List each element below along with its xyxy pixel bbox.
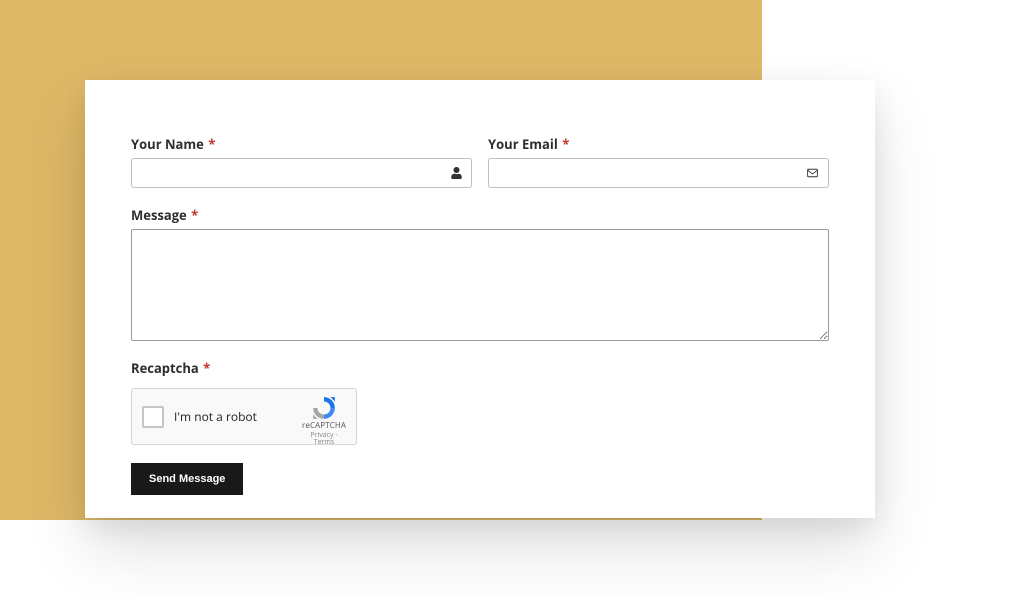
recaptcha-checkbox-label: I'm not a robot <box>174 408 257 425</box>
required-asterisk: * <box>562 135 569 153</box>
name-input-wrap <box>131 158 472 188</box>
recaptcha-logo-icon <box>311 395 337 421</box>
email-label: Your Email * <box>488 135 829 153</box>
email-label-text: Your Email <box>488 135 558 153</box>
message-label: Message * <box>131 206 829 224</box>
email-input-wrap <box>488 158 829 188</box>
recaptcha-terms-text: Privacy - Terms <box>300 432 348 446</box>
contact-form-card: Your Name * Your Email * <box>85 80 875 518</box>
message-textarea[interactable] <box>131 229 829 341</box>
name-label: Your Name * <box>131 135 472 153</box>
recaptcha-brand-text: reCAPTCHA <box>300 422 348 430</box>
message-label-text: Message <box>131 206 187 224</box>
recaptcha-label-text: Recaptcha <box>131 359 199 377</box>
recaptcha-checkbox[interactable] <box>142 406 164 428</box>
message-field-group: Message * <box>131 206 829 341</box>
recaptcha-label: Recaptcha * <box>131 359 829 377</box>
name-field-group: Your Name * <box>131 135 472 188</box>
name-input[interactable] <box>131 158 472 188</box>
required-asterisk: * <box>208 135 215 153</box>
required-asterisk: * <box>191 206 198 224</box>
recaptcha-widget: I'm not a robot reCAPTCHA Privacy - Term… <box>131 388 357 445</box>
email-input[interactable] <box>488 158 829 188</box>
email-field-group: Your Email * <box>488 135 829 188</box>
send-message-button[interactable]: Send Message <box>131 463 243 495</box>
recaptcha-branding: reCAPTCHA Privacy - Terms <box>300 395 348 446</box>
recaptcha-field-group: Recaptcha * I'm not a robot reCAPTCHA Pr… <box>131 359 829 445</box>
name-label-text: Your Name <box>131 135 204 153</box>
required-asterisk: * <box>203 359 210 377</box>
